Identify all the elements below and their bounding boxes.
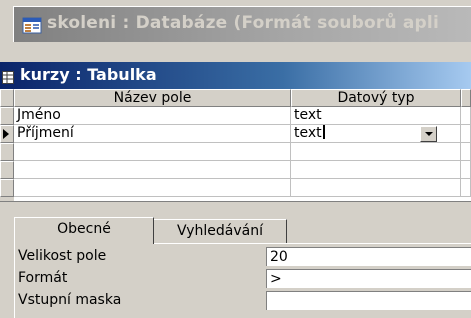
row-selector[interactable] bbox=[0, 107, 14, 125]
row-selector[interactable] bbox=[0, 143, 14, 161]
table-window-titlebar[interactable]: kurzy : Tabulka bbox=[0, 62, 471, 89]
description-cell[interactable] bbox=[461, 125, 471, 143]
table-design-window: kurzy : Tabulka Název pole Datový typ Jm… bbox=[0, 62, 471, 318]
tab-lookup[interactable]: Vyhledávání bbox=[154, 219, 287, 243]
description-cell[interactable] bbox=[461, 161, 471, 179]
data-type-cell[interactable]: text bbox=[291, 107, 461, 125]
data-type-cell[interactable] bbox=[291, 143, 461, 161]
property-input-mask-input[interactable] bbox=[266, 291, 471, 310]
header-description[interactable] bbox=[461, 89, 471, 107]
row-selector[interactable] bbox=[0, 161, 14, 179]
description-cell[interactable] bbox=[461, 143, 471, 161]
tab-general[interactable]: Obecné bbox=[14, 217, 154, 244]
description-cell[interactable] bbox=[461, 179, 471, 197]
property-label-format: Formát bbox=[18, 270, 68, 286]
field-name-cell[interactable] bbox=[14, 143, 291, 161]
header-data-type[interactable]: Datový typ bbox=[291, 89, 461, 107]
field-name-cell[interactable] bbox=[14, 161, 291, 179]
database-window-title: skoleni : Databáze (Formát souborů apli bbox=[47, 13, 439, 33]
table-window-title: kurzy : Tabulka bbox=[20, 65, 157, 84]
field-name-cell[interactable] bbox=[14, 179, 291, 197]
text-caret bbox=[322, 125, 325, 139]
row-selector[interactable] bbox=[0, 179, 14, 197]
database-window-icon bbox=[22, 15, 42, 35]
field-properties-pane: Obecné Vyhledávání Velikost pole 20 Form… bbox=[0, 201, 471, 318]
chevron-down-icon bbox=[425, 132, 433, 136]
data-type-value: text bbox=[294, 125, 322, 141]
data-type-cell[interactable] bbox=[291, 179, 461, 197]
property-label-field-size: Velikost pole bbox=[18, 248, 107, 264]
current-row-arrow-icon bbox=[3, 129, 9, 139]
property-field-size-input[interactable]: 20 bbox=[266, 247, 471, 266]
tab-panel-border bbox=[154, 243, 471, 244]
description-cell[interactable] bbox=[461, 107, 471, 125]
data-type-cell[interactable] bbox=[291, 161, 461, 179]
field-name-cell[interactable]: Jméno bbox=[14, 107, 291, 125]
property-format-input[interactable]: > bbox=[266, 269, 471, 288]
tab-panel-border bbox=[14, 243, 15, 318]
database-window-titlebar[interactable]: skoleni : Databáze (Formát souborů apli bbox=[13, 6, 471, 42]
field-name-cell[interactable]: Příjmení bbox=[14, 125, 291, 143]
header-field-name[interactable]: Název pole bbox=[14, 89, 291, 107]
row-selector-current[interactable] bbox=[0, 125, 14, 143]
grid-corner-header[interactable] bbox=[0, 89, 14, 107]
access-screen: skoleni : Databáze (Formát souborů apli … bbox=[0, 0, 471, 318]
data-type-combo[interactable]: text bbox=[291, 125, 461, 143]
field-design-grid: Název pole Datový typ Jméno text Příjmen… bbox=[0, 89, 471, 201]
dropdown-button[interactable] bbox=[420, 126, 437, 142]
table-design-icon bbox=[2, 69, 14, 84]
property-label-input-mask: Vstupní maska bbox=[18, 292, 122, 308]
